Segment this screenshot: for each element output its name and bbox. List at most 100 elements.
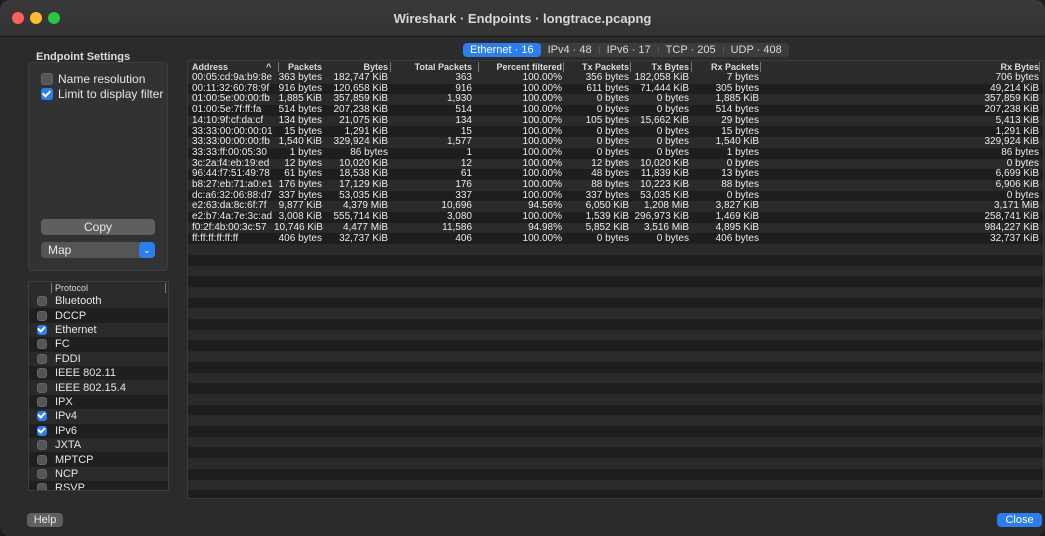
protocol-item-label: Ethernet: [55, 323, 97, 336]
checkbox-unchecked-icon[interactable]: [37, 454, 47, 465]
empty-row: [188, 404, 1043, 416]
table-row[interactable]: 14:10:9f:cf:da:cf 134 bytes 21,075 KiB 134 1…: [188, 114, 1043, 127]
protocol-item[interactable]: IPv4: [29, 409, 168, 424]
table-cell: 134: [455, 114, 472, 126]
checkbox-unchecked-icon[interactable]: [37, 310, 47, 321]
checkbox-unchecked-icon[interactable]: [37, 483, 47, 490]
protocol-item-label: RSVP: [55, 482, 85, 491]
empty-row: [188, 394, 1043, 405]
empty-row: [188, 329, 1043, 341]
table-cell: 3,516 MiB: [643, 221, 689, 233]
empty-row: [188, 276, 1043, 287]
table-cell: 984,227 KiB: [984, 221, 1040, 233]
checkbox-checked-icon[interactable]: [37, 324, 47, 335]
table-cell: 406 bytes: [715, 232, 759, 244]
endpoint-settings-panel: Name resolution Limit to display filter …: [28, 62, 168, 271]
table-cell: 86 bytes: [1001, 146, 1039, 158]
empty-row: [188, 426, 1043, 437]
protocol-item[interactable]: RSVP: [29, 481, 168, 491]
protocol-item-label: MPTCP: [55, 453, 94, 466]
checkbox-unchecked-icon[interactable]: [37, 440, 47, 451]
table-cell: 100.00%: [522, 146, 562, 158]
protocol-item[interactable]: IPX: [29, 394, 168, 410]
table-cell: 10,746 KiB: [274, 221, 323, 233]
protocol-list-header[interactable]: Protocol: [29, 282, 168, 294]
checkbox-unchecked-icon[interactable]: [37, 353, 47, 364]
empty-row: [188, 447, 1043, 459]
tab-udp[interactable]: UDP · 408: [724, 43, 789, 57]
table-cell: 105 bytes: [585, 114, 629, 126]
empty-row: [188, 458, 1043, 469]
empty-row: [188, 287, 1043, 298]
table-cell: 0 bytes: [656, 146, 689, 158]
limit-display-filter-checkbox[interactable]: Limit to display filter: [41, 86, 163, 102]
help-button[interactable]: Help: [27, 513, 63, 527]
protocol-item[interactable]: IPv6: [29, 423, 168, 438]
empty-row: [188, 468, 1043, 480]
checkbox-unchecked-icon[interactable]: [37, 296, 47, 307]
protocol-item[interactable]: MPTCP: [29, 452, 168, 467]
column-separator: [51, 283, 52, 293]
checkbox-checked-icon[interactable]: [37, 411, 47, 422]
empty-row: [188, 479, 1043, 491]
checkbox-unchecked-icon: [41, 73, 53, 85]
checkbox-unchecked-icon[interactable]: [37, 339, 47, 350]
tab-ethernet[interactable]: Ethernet · 16: [463, 43, 541, 57]
column-separator: [165, 283, 166, 293]
protocol-item[interactable]: Ethernet: [29, 322, 168, 338]
checkbox-unchecked-icon[interactable]: [37, 396, 47, 407]
empty-row: [188, 361, 1043, 373]
table-cell: 0 bytes: [656, 232, 689, 244]
checkbox-unchecked-icon[interactable]: [37, 368, 47, 379]
table-cell: 0 bytes: [596, 232, 629, 244]
name-resolution-checkbox[interactable]: Name resolution: [41, 71, 145, 87]
column-separator: [278, 62, 279, 72]
tab-ipv6[interactable]: IPv6 · 17: [600, 43, 658, 57]
protocol-item[interactable]: NCP: [29, 466, 168, 482]
table-row[interactable]: f0:2f:4b:00:3c:57 10,746 KiB 4,477 MiB 11,5…: [188, 221, 1043, 234]
table-cell: 14:10:9f:cf:da:cf: [192, 114, 264, 126]
protocol-item-label: IPv4: [55, 410, 78, 423]
column-separator: [563, 62, 564, 72]
protocol-item[interactable]: IEEE 802.11: [29, 366, 168, 381]
protocol-item-label: IEEE 802.11: [55, 367, 116, 380]
protocol-item[interactable]: DCCP: [29, 308, 168, 323]
table-row[interactable]: ff:ff:ff:ff:ff:ff 406 bytes 32,737 KiB 406 1…: [188, 232, 1043, 245]
table-cell: 5,413 KiB: [995, 114, 1039, 126]
empty-row: [188, 244, 1043, 255]
table-cell: 6,906 KiB: [995, 179, 1039, 190]
table-cell: 1 bytes: [289, 146, 322, 158]
map-select[interactable]: Map ⌄: [41, 242, 155, 258]
empty-row: [188, 254, 1043, 266]
protocol-item-label: JXTA: [55, 439, 82, 452]
protocol-item[interactable]: FDDI: [29, 351, 168, 366]
checkbox-checked-icon[interactable]: [37, 425, 47, 436]
column-separator: [760, 62, 761, 72]
table-cell: 94.98%: [528, 221, 562, 233]
empty-row: [188, 340, 1043, 352]
protocol-item[interactable]: IEEE 802.15.4: [29, 380, 168, 395]
empty-row: [188, 308, 1043, 320]
table-cell: 5,852 KiB: [585, 221, 629, 233]
column-separator: [478, 62, 479, 72]
table-cell: 134 bytes: [278, 114, 322, 126]
table-cell: 1,577: [446, 136, 472, 148]
checkbox-unchecked-icon[interactable]: [37, 382, 47, 393]
table-cell: 4,895 KiB: [715, 221, 759, 233]
protocol-item-label: NCP: [55, 467, 79, 480]
close-button[interactable]: Close: [997, 513, 1042, 527]
table-cell: 11,586: [442, 221, 472, 233]
table-cell: 406: [455, 232, 472, 244]
protocol-item[interactable]: FC: [29, 337, 168, 352]
tab-tcp[interactable]: TCP · 205: [659, 43, 723, 57]
copy-button[interactable]: Copy: [41, 219, 155, 235]
protocol-item-label: FDDI: [55, 352, 81, 365]
table-cell: 15,662 KiB: [640, 114, 689, 126]
protocol-item[interactable]: Bluetooth: [29, 294, 168, 309]
empty-row: [188, 351, 1043, 362]
name-resolution-label: Name resolution: [58, 72, 146, 86]
table-row[interactable]: 33:33:ff:00:05:30 1 bytes 86 bytes 1 100.00%…: [188, 146, 1043, 159]
protocol-item[interactable]: JXTA: [29, 438, 168, 453]
checkbox-unchecked-icon[interactable]: [37, 468, 47, 479]
tab-ipv4[interactable]: IPv4 · 48: [541, 43, 599, 57]
